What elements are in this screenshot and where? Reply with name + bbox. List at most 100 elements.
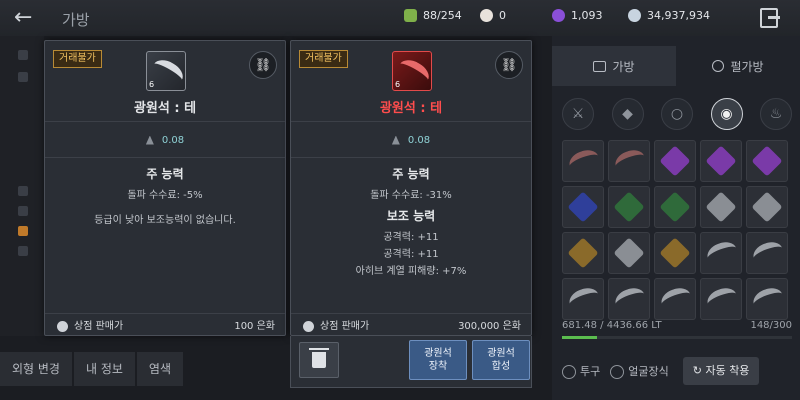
- tab-appearance[interactable]: 외형 변경: [0, 352, 72, 386]
- weight-icon: [145, 135, 154, 145]
- money-bag-icon: [303, 320, 314, 332]
- no-sub-ability-note: 등급이 낮아 보조능력이 없습니다.: [94, 215, 236, 226]
- main-ability-line: 돌파 수수료: -31%: [370, 190, 452, 201]
- side-icon: [18, 50, 28, 60]
- inventory-slot[interactable]: [562, 140, 604, 182]
- item-name: 광원석 : 테: [133, 101, 197, 116]
- divider: [45, 121, 285, 122]
- inventory-slot[interactable]: [700, 140, 742, 182]
- inventory-slot[interactable]: [746, 278, 788, 320]
- tab-dye[interactable]: 염색: [136, 352, 184, 386]
- main-ability-section: 주 능력 돌파 수수료: -31%: [291, 165, 531, 204]
- merge-gem-button[interactable]: 광원석 합성: [472, 340, 530, 380]
- helmet-toggle[interactable]: 투구: [562, 363, 600, 379]
- inventory-slot[interactable]: [654, 186, 696, 228]
- filter-weapon-icon[interactable]: ⚔: [562, 98, 594, 130]
- filter-armor-icon[interactable]: ◆: [611, 98, 644, 130]
- inventory-slot[interactable]: [608, 140, 650, 182]
- inventory-slot[interactable]: [608, 232, 650, 274]
- filter-potion-icon[interactable]: ♨: [760, 98, 792, 130]
- filter-row: ⚔ ◆ ○ ◉ ♨: [562, 96, 792, 132]
- inventory-slot[interactable]: [654, 278, 696, 320]
- currency-silver: 34,937,934: [628, 9, 710, 22]
- sub-ability-line: 아히브 계열 피해량: +7%: [355, 266, 467, 277]
- inventory-slot[interactable]: [700, 232, 742, 274]
- item-tooltip-selected: 거래불가 6 ⛓ 광원석 : 테 0.08 주 능력 돌파 수수료: -31% …: [290, 40, 532, 336]
- side-icon: [18, 206, 28, 216]
- weight-icon: [391, 135, 400, 145]
- weight-row: 681.48 / 4436.66 LT 148/300: [562, 320, 792, 331]
- equip-options-row: 투구 얼굴장식 ↻ 자동 착용: [552, 356, 800, 386]
- inventory-slot[interactable]: [562, 186, 604, 228]
- inventory-slot[interactable]: [654, 232, 696, 274]
- money-bag-icon: [57, 320, 68, 332]
- top-bar: ← 가방 88/254 0 1,093 34,937,934: [0, 0, 800, 36]
- weight-bar-fill: [562, 336, 597, 339]
- refresh-icon: ↻: [692, 364, 706, 377]
- delete-button[interactable]: [299, 342, 339, 378]
- inventory-slot[interactable]: [562, 278, 604, 320]
- bag-icon: [404, 9, 417, 22]
- item-weight: 0.08: [45, 135, 285, 146]
- side-icon: [18, 72, 28, 82]
- inventory-slot[interactable]: [608, 278, 650, 320]
- item-level: 6: [149, 80, 155, 89]
- face-accessory-toggle[interactable]: 얼굴장식: [610, 363, 669, 379]
- side-icon: [18, 186, 28, 196]
- filter-gem-icon[interactable]: ◉: [710, 98, 743, 130]
- sell-price-row: 상점 판매가 100 은화: [45, 313, 285, 335]
- check-circle-icon: [610, 365, 625, 379]
- equip-gem-button[interactable]: 광원석 장착: [409, 340, 467, 380]
- sell-value: 300,000 은화: [458, 321, 521, 332]
- main-ability-title: 주 능력: [146, 167, 184, 181]
- pearl-icon: [480, 9, 493, 22]
- page-title: 가방: [62, 11, 90, 29]
- side-icon: [18, 226, 28, 236]
- weight-bar: [562, 336, 792, 339]
- sub-ability-line: 공격력: +11: [383, 232, 439, 243]
- inventory-grid: [562, 140, 792, 320]
- main-ability-line: 돌파 수수료: -5%: [127, 190, 203, 201]
- tab-pet-bag[interactable]: 펄가방: [676, 46, 800, 86]
- weight-count: 88/254: [404, 9, 462, 22]
- exit-icon[interactable]: [760, 8, 780, 28]
- item-name: 광원석 : 테: [379, 101, 443, 116]
- item-icon: 6: [146, 51, 186, 91]
- item-level: 6: [395, 80, 401, 89]
- item-weight: 0.08: [291, 135, 531, 146]
- filter-accessory-icon[interactable]: ○: [661, 98, 693, 130]
- inventory-panel: 가방 펄가방 ⚔ ◆ ○ ◉ ♨ 681.48 / 4436.66 LT 148…: [552, 36, 800, 400]
- inventory-tabs: 가방 펄가방: [552, 46, 800, 86]
- crystal-icon: [552, 9, 565, 22]
- tab-bag[interactable]: 가방: [552, 46, 676, 86]
- inventory-slot[interactable]: [654, 140, 696, 182]
- inventory-slot[interactable]: [746, 186, 788, 228]
- side-icon: [18, 246, 28, 256]
- tab-my-info[interactable]: 내 정보: [73, 352, 135, 386]
- inventory-slot[interactable]: [700, 278, 742, 320]
- shard-icon: [395, 55, 431, 89]
- currency-pearl: 0: [480, 9, 506, 22]
- item-action-bar: 광원석 장착 광원석 합성: [290, 336, 532, 388]
- main-ability-section: 주 능력 돌파 수수료: -5% 등급이 낮아 보조능력이 없습니다.: [45, 165, 285, 229]
- divider: [291, 157, 531, 158]
- inventory-slot[interactable]: [608, 186, 650, 228]
- inventory-slot[interactable]: [746, 232, 788, 274]
- slot-count: 148/300: [750, 320, 792, 331]
- auto-equip-button[interactable]: ↻ 자동 착용: [682, 357, 760, 385]
- inventory-slot[interactable]: [562, 232, 604, 274]
- link-icon[interactable]: ⛓: [249, 51, 277, 79]
- item-icon: 6: [392, 51, 432, 91]
- link-icon[interactable]: ⛓: [495, 51, 523, 79]
- check-circle-icon: [562, 365, 576, 379]
- sell-price-row: 상점 판매가 300,000 은화: [291, 313, 531, 335]
- weight-value: 681.48 / 4436.66 LT: [562, 320, 662, 331]
- sub-ability-section: 보조 능력 공격력: +11 공격력: +11 아히브 계열 피해량: +7%: [291, 207, 531, 280]
- sub-ability-title: 보조 능력: [386, 209, 436, 223]
- main-ability-title: 주 능력: [392, 167, 430, 181]
- inventory-slot[interactable]: [746, 140, 788, 182]
- back-arrow-icon[interactable]: ←: [14, 5, 32, 30]
- inventory-slot[interactable]: [700, 186, 742, 228]
- bottom-left-tabs: 외형 변경 내 정보 염색: [0, 352, 290, 392]
- trash-icon: [309, 348, 329, 368]
